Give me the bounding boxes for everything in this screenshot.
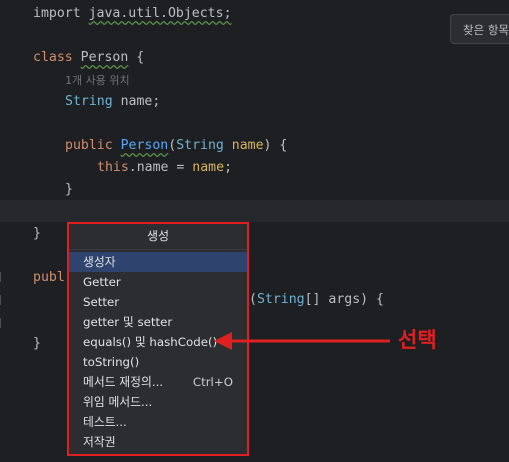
find-results-box[interactable]: 찾은 항목 xyxy=(450,14,509,44)
gutter-marker xyxy=(0,272,5,282)
popup-item-copyright[interactable]: 저작권 xyxy=(69,432,247,452)
popup-item-tostring[interactable]: toString() xyxy=(69,352,247,372)
annotation-arrow-icon xyxy=(214,332,390,350)
code-line-main-partial: publ xyxy=(33,270,65,285)
current-line-highlight xyxy=(0,200,509,222)
popup-item-override-methods[interactable]: 메서드 재정의... Ctrl+O xyxy=(69,372,247,392)
code-line-class: class Person { xyxy=(33,50,145,65)
code-line-close-last: } xyxy=(33,336,41,351)
usage-hint[interactable]: 1개 사용 위치 xyxy=(65,72,130,88)
popup-item-constructor[interactable]: 생성자 xyxy=(69,252,247,272)
popup-item-getter[interactable]: Getter xyxy=(69,272,247,292)
popup-item-setter[interactable]: Setter xyxy=(69,292,247,312)
code-line-close-ctor: } xyxy=(65,182,73,197)
code-line-assign: this.name = name; xyxy=(97,160,233,175)
popup-title: 생성 xyxy=(69,224,247,250)
code-line-field: String name; xyxy=(65,94,161,109)
gutter-marker xyxy=(0,318,5,328)
gutter-marker xyxy=(0,295,5,305)
code-line-import: import java.util.Objects; xyxy=(33,6,232,21)
code-line-main-params: (String[] args) { xyxy=(249,292,384,307)
annotation-label: 선택 xyxy=(398,328,437,352)
shortcut-label: Ctrl+O xyxy=(192,375,233,389)
code-line-close-class: } xyxy=(33,226,41,241)
code-line-constructor: public Person(String name) { xyxy=(65,138,288,153)
popup-item-delegate-methods[interactable]: 위임 메서드... xyxy=(69,392,247,412)
popup-item-test[interactable]: 테스트... xyxy=(69,412,247,432)
